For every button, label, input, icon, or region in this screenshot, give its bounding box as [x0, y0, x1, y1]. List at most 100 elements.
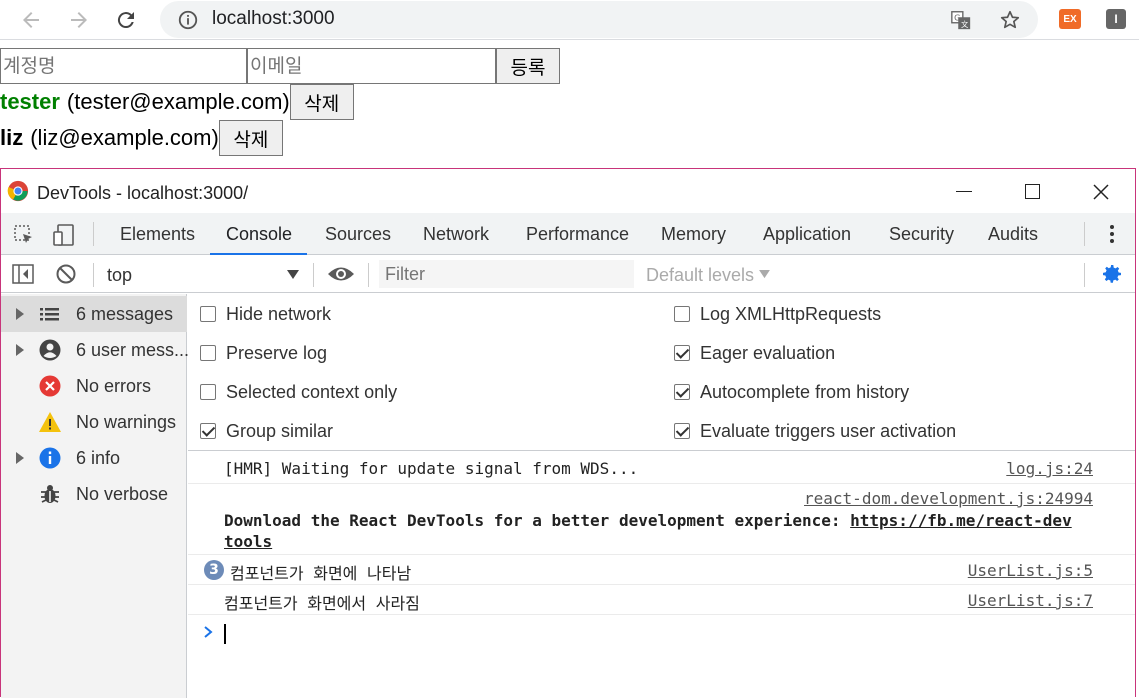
- prompt-chevron-icon: [204, 626, 213, 638]
- username-input[interactable]: [0, 48, 247, 84]
- create-user-form: 등록: [0, 48, 560, 84]
- delete-user-button[interactable]: 삭제: [289, 84, 354, 120]
- console-messages: [HMR] Waiting for update signal from WDS…: [188, 452, 1135, 698]
- delete-user-button[interactable]: 삭제: [218, 120, 283, 156]
- register-button[interactable]: 등록: [496, 48, 560, 84]
- sidebar-item-user-messages[interactable]: 6 user mess...: [1, 332, 190, 368]
- device-toolbar-icon[interactable]: [51, 222, 77, 248]
- log-xhr-label: Log XMLHttpRequests: [700, 304, 882, 324]
- tab-performance[interactable]: Performance: [526, 224, 629, 245]
- back-button[interactable]: [17, 6, 45, 34]
- user-icon: [39, 339, 61, 361]
- devtools-url-link[interactable]: https://fb.me/react-dev: [850, 511, 1072, 530]
- sidebar-item-label: 6 user mess...: [76, 340, 190, 360]
- tab-security[interactable]: Security: [889, 224, 954, 245]
- forward-button[interactable]: [65, 6, 93, 34]
- sidebar-item-label: No verbose: [76, 484, 169, 504]
- user-row: liz (liz@example.com) 삭제: [0, 120, 283, 156]
- evaluate-triggers-checkbox[interactable]: [674, 423, 690, 439]
- evaluate-triggers-label: Evaluate triggers user activation: [700, 421, 957, 441]
- user-email: (liz@example.com): [30, 125, 219, 150]
- extension-i-icon[interactable]: I: [1106, 9, 1126, 29]
- message-text: Download the React DevTools for a better…: [224, 510, 1072, 552]
- email-input[interactable]: [247, 48, 496, 84]
- dropdown-arrow-icon[interactable]: [287, 270, 299, 280]
- text-cursor: [224, 624, 226, 644]
- tab-network[interactable]: Network: [423, 224, 489, 245]
- tab-memory[interactable]: Memory: [661, 224, 726, 245]
- filter-input[interactable]: [379, 260, 634, 288]
- minimize-button[interactable]: [956, 191, 972, 192]
- extension-ex-icon[interactable]: EX: [1059, 9, 1081, 29]
- selected-context-label: Selected context only: [226, 382, 398, 402]
- browser-toolbar: localhost:3000 G文 EX I: [0, 0, 1139, 40]
- gear-icon[interactable]: [1100, 262, 1124, 286]
- expand-arrow-icon[interactable]: [15, 308, 25, 320]
- source-link[interactable]: UserList.js:5: [968, 561, 1093, 580]
- repeat-count-badge: 3: [204, 560, 224, 580]
- autocomplete-history-checkbox[interactable]: [674, 384, 690, 400]
- tab-divider: [93, 222, 94, 246]
- reload-icon: [117, 12, 134, 29]
- console-prompt[interactable]: [188, 615, 1135, 655]
- sidebar-item-verbose[interactable]: No verbose: [1, 476, 187, 512]
- translate-icon[interactable]: G文: [950, 9, 972, 31]
- bug-icon: [41, 485, 59, 503]
- sidebar-item-label: No errors: [76, 376, 152, 396]
- levels-dropdown-icon[interactable]: [759, 270, 770, 279]
- devtools-url-link[interactable]: tools: [224, 532, 272, 551]
- devtools-title: DevTools - localhost:3000/: [37, 183, 249, 203]
- sidebar-item-info[interactable]: 6 info: [1, 440, 187, 476]
- tab-application[interactable]: Application: [763, 224, 851, 245]
- eager-evaluation-label: Eager evaluation: [700, 343, 836, 363]
- eye-icon[interactable]: [327, 265, 355, 283]
- source-link[interactable]: react-dom.development.js:24994: [804, 489, 1093, 508]
- console-settings-pane: Hide network Preserve log Selected conte…: [188, 294, 1135, 451]
- more-options-icon[interactable]: [1103, 223, 1121, 245]
- toolbar-divider: [313, 263, 314, 287]
- group-similar-checkbox[interactable]: [200, 423, 216, 439]
- warning-icon: [39, 412, 61, 432]
- close-icon[interactable]: [1093, 184, 1109, 200]
- expand-arrow-icon[interactable]: [15, 344, 25, 356]
- user-username[interactable]: liz: [0, 125, 23, 151]
- tab-console[interactable]: Console: [226, 224, 292, 245]
- preserve-log-checkbox[interactable]: [200, 345, 216, 361]
- tab-divider: [1084, 222, 1085, 246]
- tab-sources[interactable]: Sources: [325, 224, 391, 245]
- tab-audits[interactable]: Audits: [988, 224, 1038, 245]
- eager-evaluation-checkbox[interactable]: [674, 345, 690, 361]
- active-tab-indicator: [210, 253, 307, 255]
- devtools-window: DevTools - localhost:3000/ Elements Cons…: [0, 168, 1136, 698]
- log-levels-select[interactable]: Default levels: [646, 265, 754, 286]
- tab-elements[interactable]: Elements: [120, 224, 195, 245]
- selected-context-checkbox[interactable]: [200, 384, 216, 400]
- address-bar[interactable]: localhost:3000 G文: [160, 1, 1038, 38]
- message-text: 컴포넌트가 화면에서 사라짐: [224, 594, 420, 613]
- sidebar-item-label: 6 info: [76, 448, 121, 468]
- expand-arrow-icon[interactable]: [15, 452, 25, 464]
- user-username[interactable]: tester: [0, 89, 60, 115]
- sidebar-item-messages[interactable]: 6 messages: [1, 296, 187, 332]
- sidebar-item-label: No warnings: [76, 412, 177, 432]
- inspect-element-icon[interactable]: [12, 223, 36, 247]
- chrome-logo-icon: [7, 180, 29, 202]
- context-select[interactable]: top: [107, 265, 132, 286]
- source-link[interactable]: UserList.js:7: [968, 591, 1093, 610]
- hide-network-checkbox[interactable]: [200, 306, 216, 322]
- arrow-left-icon: [23, 12, 39, 28]
- log-xhr-checkbox[interactable]: [674, 306, 690, 322]
- source-link[interactable]: log.js:24: [1006, 459, 1093, 478]
- reload-button[interactable]: [112, 6, 140, 34]
- star-icon[interactable]: [999, 9, 1021, 31]
- hide-network-label: Hide network: [226, 304, 332, 324]
- sidebar-item-errors[interactable]: No errors: [1, 368, 187, 404]
- sidebar-toggle-icon[interactable]: [12, 264, 34, 284]
- info-icon: [39, 447, 61, 469]
- sidebar-item-label: 6 messages: [76, 304, 174, 324]
- sidebar-item-warnings[interactable]: No warnings: [1, 404, 187, 440]
- autocomplete-history-label: Autocomplete from history: [700, 382, 910, 402]
- maximize-button[interactable]: [1025, 184, 1040, 199]
- error-icon: [39, 375, 61, 397]
- clear-console-icon[interactable]: [55, 263, 77, 285]
